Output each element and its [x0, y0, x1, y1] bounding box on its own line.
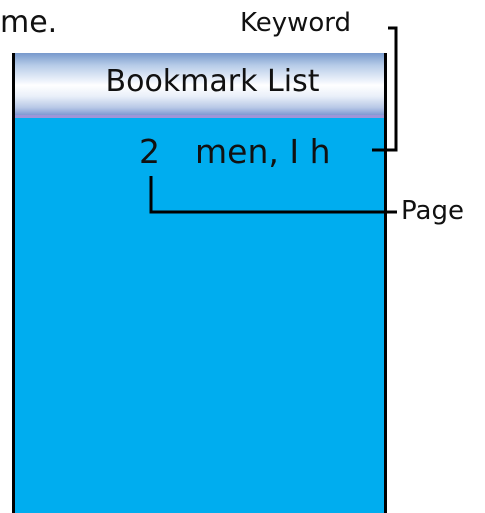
- bookmark-list-item[interactable]: 2 men, I h: [15, 132, 384, 174]
- bookmark-keyword: men, I h: [195, 132, 331, 171]
- caption-fragment: me.: [0, 5, 58, 40]
- phone-screen: Bookmark List 2 men, I h: [12, 53, 387, 513]
- page-callout-label: Page: [401, 196, 464, 226]
- keyword-callout-label: Keyword: [240, 8, 352, 38]
- screen-title: Bookmark List: [105, 64, 320, 99]
- title-bar: Bookmark List: [15, 53, 384, 118]
- bookmark-page-number: 2: [139, 132, 160, 171]
